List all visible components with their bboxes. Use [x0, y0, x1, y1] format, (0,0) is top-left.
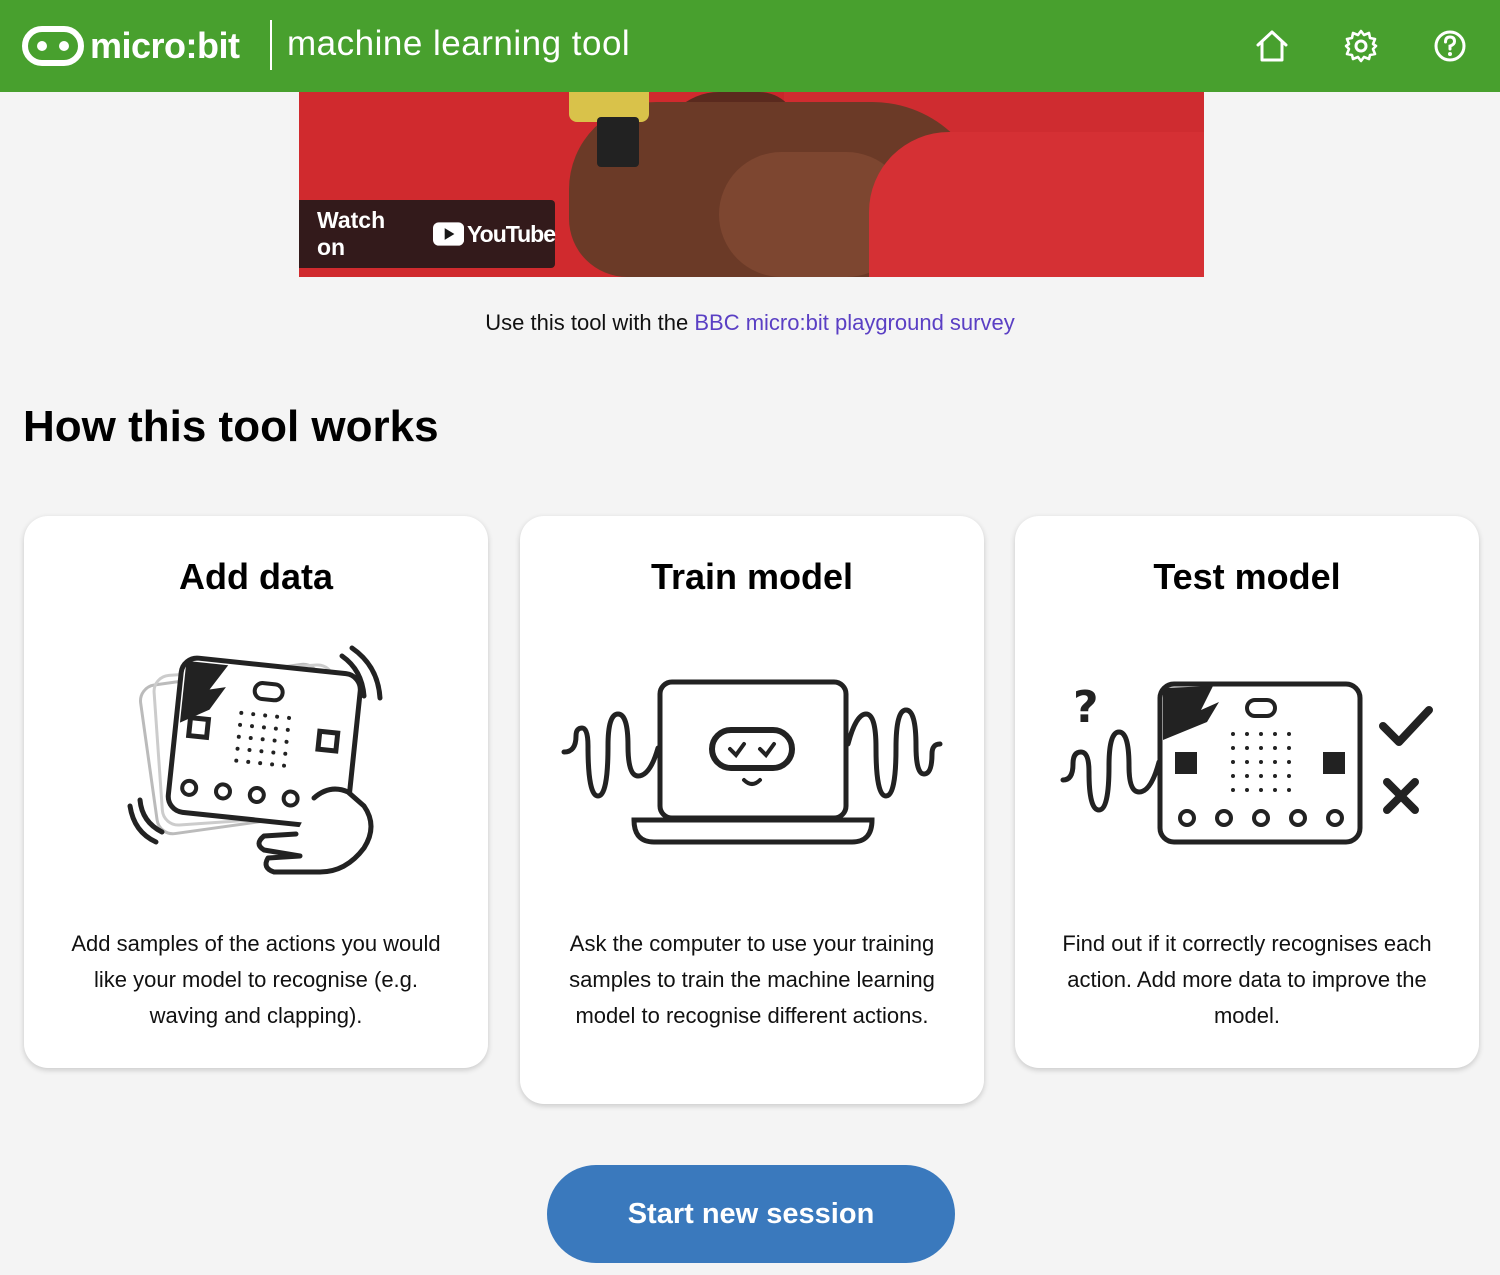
youtube-label: YouTube: [467, 220, 556, 247]
watch-on-youtube-button[interactable]: Watch on YouTube: [299, 200, 556, 268]
settings-button[interactable]: [1339, 24, 1383, 68]
survey-line: Use this tool with the BBC micro:bit pla…: [0, 310, 1500, 336]
survey-prefix: Use this tool with the: [485, 310, 695, 335]
svg-text:?: ?: [1073, 682, 1099, 733]
logo-text: micro:bit: [90, 25, 240, 66]
watch-on-label: Watch on: [317, 207, 386, 260]
intro-video[interactable]: Watch on YouTube: [299, 92, 1204, 277]
youtube-play-icon: [432, 222, 465, 246]
card-description: Add samples of the actions you would lik…: [71, 931, 441, 1028]
section-title: How this tool works: [23, 402, 439, 451]
card-title: Train model: [650, 556, 854, 597]
app-header: micro:bit machine learning tool: [0, 0, 1500, 92]
video-frame-battery: [597, 117, 639, 167]
home-icon: [1256, 30, 1288, 62]
laptop-with-waves-icon: [561, 679, 943, 845]
app-title: machine learning tool: [287, 24, 631, 63]
hand-shaking-microbit-icon: [127, 645, 383, 875]
header-divider: [270, 20, 272, 70]
microbit-logo[interactable]: micro:bit: [22, 26, 254, 66]
card-test-model: Test model ? Find out if it correctly re…: [1015, 516, 1479, 1068]
survey-link[interactable]: BBC micro:bit playground survey: [694, 310, 1014, 335]
card-title: Test model: [1153, 556, 1341, 597]
video-frame-sleeve-front: [869, 132, 1204, 277]
home-button[interactable]: [1250, 24, 1294, 68]
microbit-question-check-icon: ?: [1060, 681, 1433, 845]
start-new-session-button[interactable]: Start new session: [547, 1165, 955, 1263]
help-icon: [1434, 30, 1466, 62]
card-train-model: Train model Ask the computer to use your…: [520, 516, 984, 1104]
microbit-logo-icon: [22, 26, 84, 66]
card-description: Find out if it correctly recognises each…: [1062, 931, 1432, 1028]
card-add-data: Add data Add samples of the actions you …: [24, 516, 488, 1068]
help-button[interactable]: [1428, 24, 1472, 68]
gear-icon: [1344, 29, 1378, 63]
card-title: Add data: [178, 556, 333, 597]
card-description: Ask the computer to use your training sa…: [569, 931, 935, 1028]
